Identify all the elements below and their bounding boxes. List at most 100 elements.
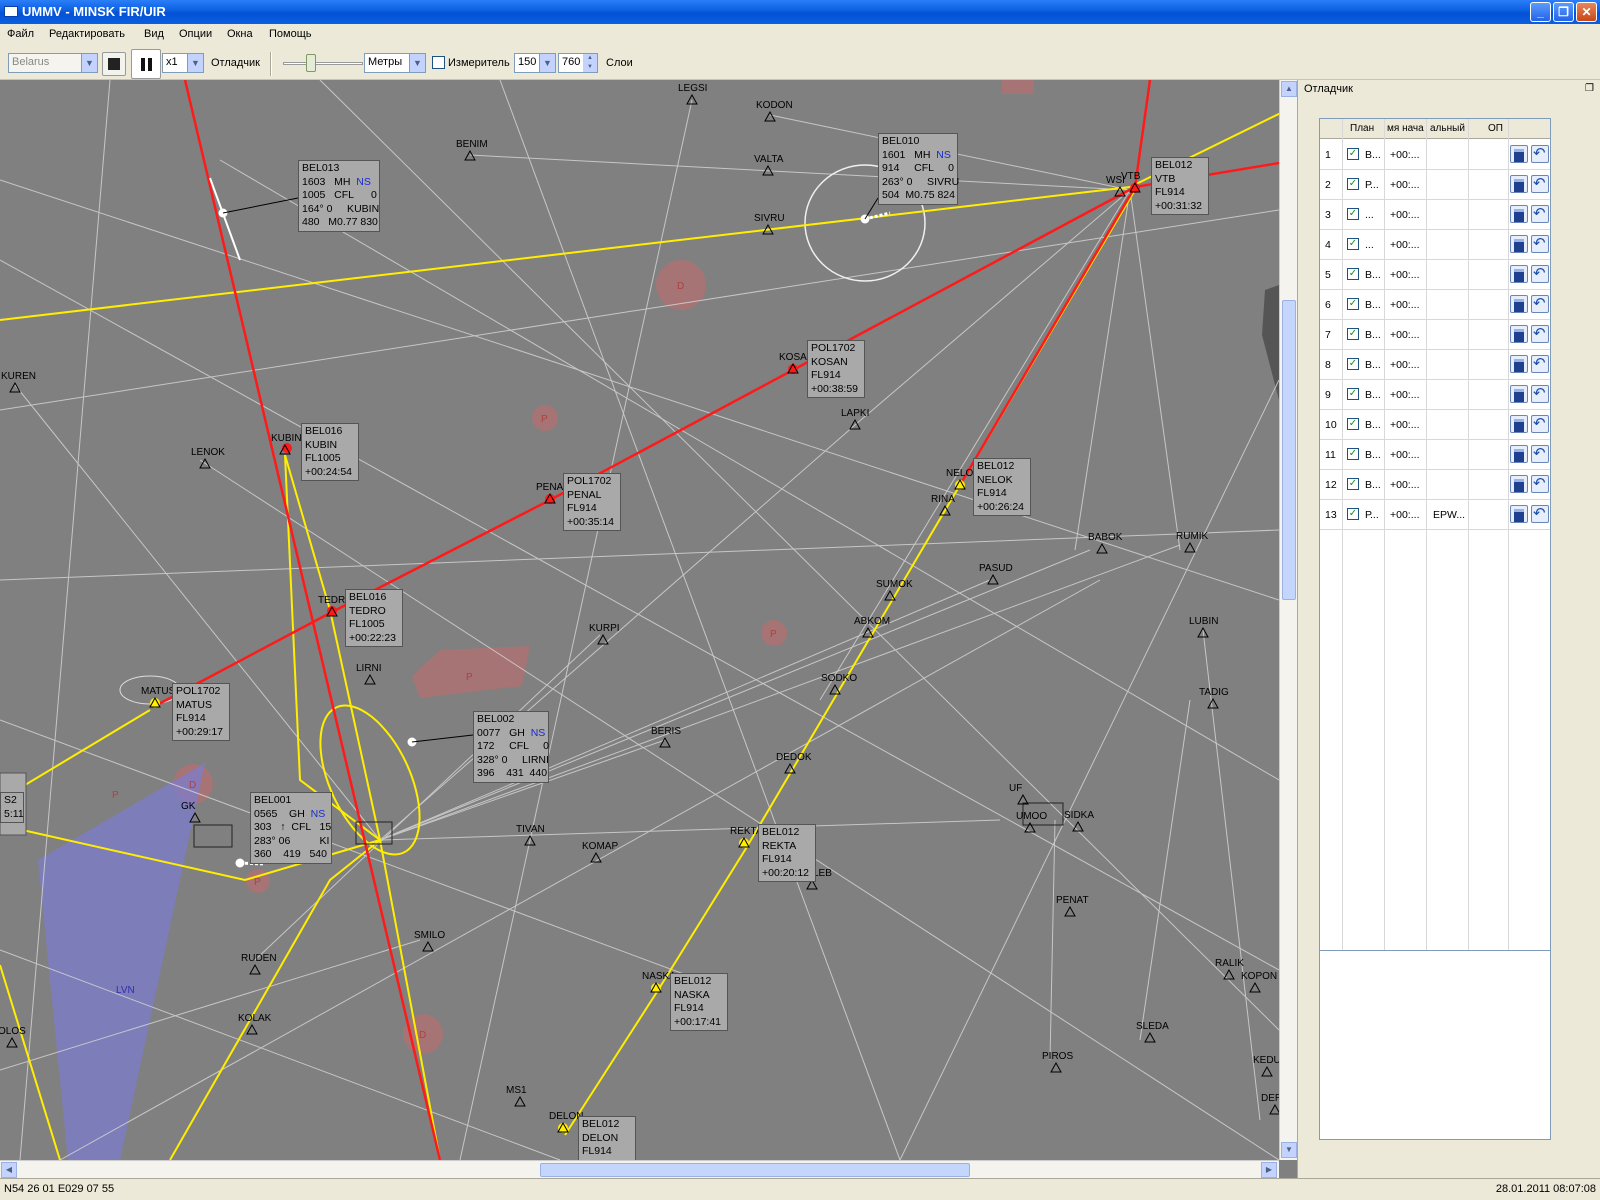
map-canvas[interactable]: LEGSI KODON BENIM VALTA SIVRU KUREN LENOK KUBIN… xyxy=(0,80,1279,1160)
save-icon[interactable] xyxy=(1510,235,1528,253)
column-header-initial[interactable]: альный xyxy=(1430,123,1470,134)
row-checkbox[interactable]: ✓ xyxy=(1347,358,1359,370)
scroll-right-icon[interactable]: ▶ xyxy=(1261,1162,1277,1178)
radar-map[interactable]: LEGSI KODON BENIM VALTA SIVRU KUREN LENOK KUBIN… xyxy=(0,80,1297,1178)
datablock-bel016b[interactable]: BEL016 TEDRO FL1005 +00:22:23 xyxy=(345,589,403,647)
details-pane[interactable] xyxy=(1319,950,1551,1140)
waypoint-penat[interactable]: PENAT xyxy=(1056,895,1089,917)
measure-checkbox[interactable] xyxy=(432,56,445,69)
region-select[interactable]: Belarus ▼ xyxy=(8,53,98,73)
grid-row[interactable]: 9 ✓ В... +00:... xyxy=(1320,380,1550,410)
datablock-bel012a[interactable]: BEL012 VTB FL914 +00:31:32 xyxy=(1151,157,1209,215)
map-horizontal-scrollbar[interactable]: ◀ ▶ xyxy=(0,1160,1279,1178)
scroll-left-icon[interactable]: ◀ xyxy=(1,1162,17,1178)
panel-float-icon[interactable]: ❐ xyxy=(1585,83,1594,94)
datablock-bel016a[interactable]: BEL016 KUBIN FL1005 +00:24:54 xyxy=(301,423,359,481)
menu-file[interactable]: Файл xyxy=(7,28,34,40)
horizontal-scroll-thumb[interactable] xyxy=(540,1163,970,1177)
waypoint-ruden[interactable]: RUDEN xyxy=(241,953,277,975)
flight-plan-grid[interactable]: План мя нача альный ОП 1 ✓ В... +00:... 2 ✓ Р.… xyxy=(1319,118,1551,963)
waypoint-olos[interactable]: OLOS xyxy=(0,1026,26,1048)
menu-windows[interactable]: Окна xyxy=(227,28,253,40)
waypoint-derad[interactable]: DERAD xyxy=(1261,1093,1279,1115)
zoom-slider-thumb[interactable] xyxy=(306,54,316,72)
waypoint-kodon[interactable]: KODON xyxy=(756,100,793,122)
save-icon[interactable] xyxy=(1510,205,1528,223)
waypoint-dedok[interactable]: DEDOK xyxy=(776,752,812,774)
undo-icon[interactable] xyxy=(1531,444,1549,463)
datablock-bel001[interactable]: BEL001 0565 GH NS 303 ↑ CFL 15 283° 06 KI 36… xyxy=(250,792,332,864)
waypoint-tadig[interactable]: TADIG xyxy=(1199,687,1229,709)
column-header-start-time[interactable]: мя нача xyxy=(1387,123,1427,134)
layers-button[interactable]: Слои xyxy=(606,57,633,69)
waypoint-tivan[interactable]: TIVAN xyxy=(516,824,545,846)
undo-icon[interactable] xyxy=(1531,354,1549,373)
undo-icon[interactable] xyxy=(1531,264,1549,283)
spin-up-icon[interactable]: ▲ xyxy=(583,54,597,63)
row-checkbox[interactable]: ✓ xyxy=(1347,208,1359,220)
grid-row[interactable]: 10 ✓ В... +00:... xyxy=(1320,410,1550,440)
waypoint-sleda[interactable]: SLEDA xyxy=(1136,1021,1169,1043)
row-checkbox[interactable]: ✓ xyxy=(1347,298,1359,310)
grid-row[interactable]: 13 ✓ Р... +00:... EPW... xyxy=(1320,500,1550,530)
waypoint-kopon[interactable]: KOPON xyxy=(1241,971,1277,993)
level-spinner[interactable]: 760 ▲ ▼ xyxy=(558,53,598,73)
save-icon[interactable] xyxy=(1510,355,1528,373)
datablock-bel012e[interactable]: BEL012 DELON FL914 xyxy=(578,1116,636,1161)
waypoint-rumik[interactable]: RUMIK xyxy=(1176,531,1209,553)
waypoint-beris[interactable]: BERIS xyxy=(651,726,681,748)
units-select[interactable]: Метры ▼ xyxy=(364,53,426,73)
undo-icon[interactable] xyxy=(1531,324,1549,343)
grid-row[interactable]: 11 ✓ В... +00:... xyxy=(1320,440,1550,470)
datablock-pol1702a[interactable]: POL1702 KOSAN FL914 +00:38:59 xyxy=(807,340,865,398)
undo-icon[interactable] xyxy=(1531,234,1549,253)
waypoint-kedug[interactable]: KEDUG xyxy=(1253,1055,1279,1077)
grid-row[interactable]: 4 ✓... +00:... xyxy=(1320,230,1550,260)
waypoint-kuren[interactable]: KUREN xyxy=(1,371,36,393)
save-icon[interactable] xyxy=(1510,175,1528,193)
save-icon[interactable] xyxy=(1510,265,1528,283)
minimize-button[interactable]: _ xyxy=(1530,2,1551,22)
waypoint-ms1[interactable]: MS1 xyxy=(506,1085,527,1107)
grid-row[interactable]: 8 ✓ В... +00:... xyxy=(1320,350,1550,380)
grid-row[interactable]: 12 ✓ В... +00:... xyxy=(1320,470,1550,500)
datablock-bel002[interactable]: BEL002 0077 GH NS 172 CFL 0 328° 0 LIRNI 396… xyxy=(473,711,549,783)
grid-row[interactable]: 6 ✓ В... +00:... xyxy=(1320,290,1550,320)
save-icon[interactable] xyxy=(1510,385,1528,403)
row-checkbox[interactable]: ✓ xyxy=(1347,448,1359,460)
scroll-down-icon[interactable]: ▼ xyxy=(1281,1142,1297,1158)
waypoint-piros[interactable]: PIROS xyxy=(1042,1051,1073,1073)
waypoint-sidka[interactable]: SIDKA xyxy=(1064,810,1094,832)
scroll-up-icon[interactable]: ▲ xyxy=(1281,81,1297,97)
row-checkbox[interactable]: ✓ xyxy=(1347,148,1359,160)
pause-button[interactable] xyxy=(131,49,161,79)
waypoint-lapki[interactable]: LAPKI xyxy=(841,408,869,430)
grid-row[interactable]: 5 ✓ В... +00:... xyxy=(1320,260,1550,290)
row-checkbox[interactable]: ✓ xyxy=(1347,418,1359,430)
undo-icon[interactable] xyxy=(1531,204,1549,223)
menu-options[interactable]: Опции xyxy=(179,28,212,40)
row-checkbox[interactable]: ✓ xyxy=(1347,478,1359,490)
datablock-bel012b[interactable]: BEL012 NELOK FL914 +00:26:24 xyxy=(973,458,1031,516)
save-icon[interactable] xyxy=(1510,295,1528,313)
undo-icon[interactable] xyxy=(1531,504,1549,523)
spin-down-icon[interactable]: ▼ xyxy=(583,63,597,72)
grid-row[interactable]: 2 ✓ Р... +00:... xyxy=(1320,170,1550,200)
zoom-slider-track[interactable] xyxy=(283,62,363,65)
datablock-bel013[interactable]: BEL013 1603 MH NS 1005 CFL 0 164° 0 KUBIN 48… xyxy=(298,160,380,232)
row-checkbox[interactable]: ✓ xyxy=(1347,178,1359,190)
waypoint-pasud[interactable]: PASUD xyxy=(979,563,1013,585)
maximize-button[interactable]: ❐ xyxy=(1553,2,1574,22)
row-checkbox[interactable]: ✓ xyxy=(1347,238,1359,250)
grid-row[interactable]: 1 ✓ В... +00:... xyxy=(1320,140,1550,170)
row-checkbox[interactable]: ✓ xyxy=(1347,328,1359,340)
datablock-pol1702c[interactable]: POL1702 MATUS FL914 +00:29:17 xyxy=(172,683,230,741)
undo-icon[interactable] xyxy=(1531,414,1549,433)
undo-icon[interactable] xyxy=(1531,174,1549,193)
datablock-bel012d[interactable]: BEL012 NASKA FL914 +00:17:41 xyxy=(670,973,728,1031)
waypoint-lirni[interactable]: LIRNI xyxy=(356,663,382,685)
menu-help[interactable]: Помощь xyxy=(269,28,312,40)
column-header-op[interactable]: ОП xyxy=(1488,123,1503,134)
row-checkbox[interactable]: ✓ xyxy=(1347,268,1359,280)
datablock-bel012c[interactable]: BEL012 REKTA FL914 +00:20:12 xyxy=(758,824,816,882)
